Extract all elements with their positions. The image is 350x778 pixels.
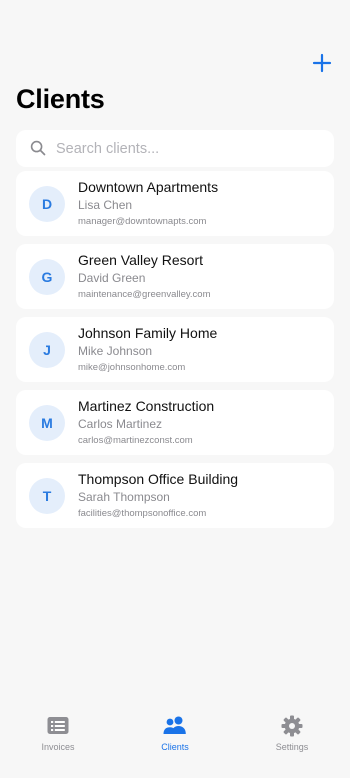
client-info: Thompson Office Building Sarah Thompson … — [78, 471, 238, 520]
client-contact: Sarah Thompson — [78, 490, 170, 504]
avatar: M — [29, 404, 65, 441]
tab-label: Settings — [275, 742, 309, 752]
tab-invoices[interactable]: Invoices — [0, 700, 116, 778]
client-name: Johnson Family Home — [78, 325, 218, 341]
client-info: Green Valley Resort David Green maintena… — [78, 252, 211, 301]
client-email: mike@johnsonhome.com — [78, 362, 186, 373]
client-email: maintenance@greenvalley.com — [78, 289, 211, 300]
client-contact: Mike Johnson — [78, 344, 153, 358]
gear-icon — [281, 715, 303, 737]
clients-screen: Clients D Downtown Apartments Lisa Chen … — [0, 0, 350, 778]
client-name: Thompson Office Building — [78, 471, 239, 487]
avatar: G — [29, 258, 65, 295]
client-contact: Lisa Chen — [78, 198, 133, 212]
client-card[interactable]: T Thompson Office Building Sarah Thompso… — [16, 463, 334, 528]
client-name: Martinez Construction — [78, 398, 215, 414]
page-title: Clients — [16, 84, 105, 114]
tab-label: Invoices — [41, 742, 75, 752]
client-card[interactable]: D Downtown Apartments Lisa Chen manager@… — [16, 171, 334, 236]
avatar: D — [29, 185, 65, 222]
top-bar — [0, 0, 350, 82]
people-icon — [163, 716, 186, 734]
client-contact: Carlos Martinez — [78, 417, 163, 431]
client-card[interactable]: G Green Valley Resort David Green mainte… — [16, 244, 334, 309]
tab-label: Clients — [161, 742, 189, 752]
search-icon — [30, 140, 48, 158]
tab-clients[interactable]: Clients — [117, 700, 233, 778]
client-name: Downtown Apartments — [78, 179, 219, 195]
search-input[interactable] — [56, 140, 306, 157]
plus-icon — [312, 53, 332, 73]
client-name: Green Valley Resort — [78, 252, 204, 268]
search-bar[interactable] — [16, 130, 334, 167]
avatar: J — [29, 331, 65, 368]
avatar: T — [29, 477, 65, 514]
client-email: facilities@thompsonoffice.com — [78, 508, 207, 519]
client-info: Johnson Family Home Mike Johnson mike@jo… — [78, 325, 217, 374]
client-info: Martinez Construction Carlos Martinez ca… — [78, 398, 214, 447]
client-email: manager@downtownapts.com — [78, 216, 207, 227]
tab-bar: Invoices Clients Settings — [0, 700, 350, 778]
client-email: carlos@martinezconst.com — [78, 435, 193, 446]
client-info: Downtown Apartments Lisa Chen manager@do… — [78, 179, 218, 228]
client-card[interactable]: J Johnson Family Home Mike Johnson mike@… — [16, 317, 334, 382]
invoice-icon — [47, 717, 69, 734]
client-contact: David Green — [78, 271, 146, 285]
client-list: D Downtown Apartments Lisa Chen manager@… — [16, 171, 334, 536]
tab-settings[interactable]: Settings — [234, 700, 350, 778]
add-client-button[interactable] — [310, 51, 334, 75]
client-card[interactable]: M Martinez Construction Carlos Martinez … — [16, 390, 334, 455]
